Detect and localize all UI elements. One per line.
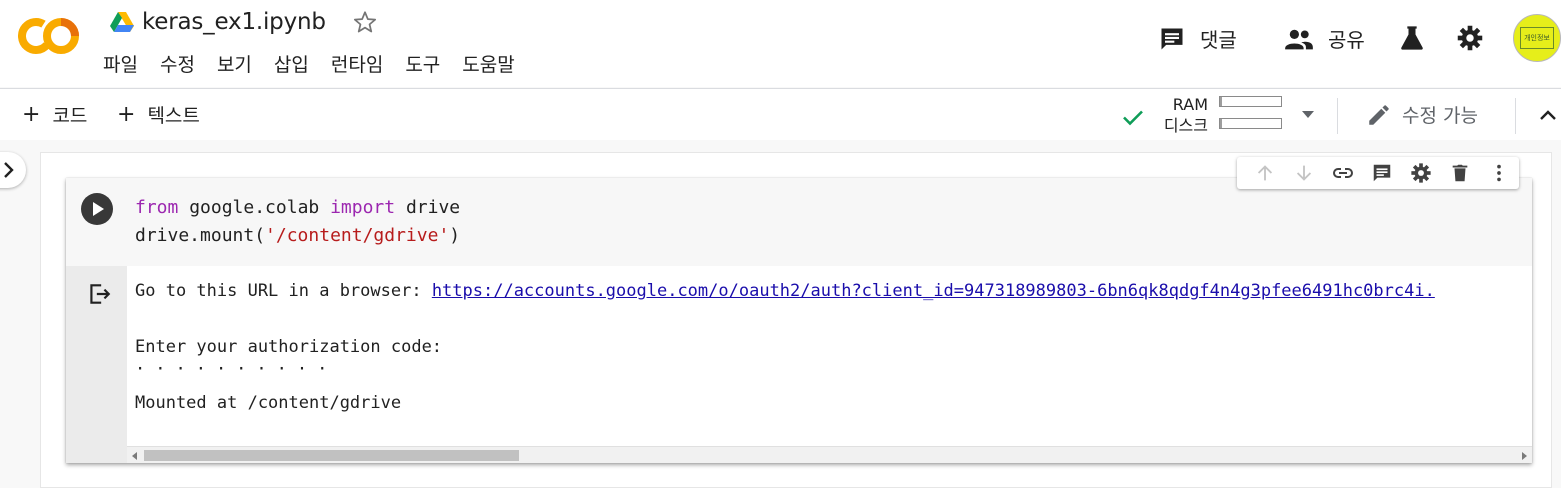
arrow-up-icon <box>1257 165 1272 181</box>
arrow-down-icon <box>1296 165 1311 181</box>
output-line: Go to this URL in a browser: https://acc… <box>135 277 1435 305</box>
comment-icon <box>1161 28 1183 49</box>
link-to-cell-button[interactable] <box>1323 157 1362 189</box>
more-options-button[interactable] <box>1480 157 1519 189</box>
ram-label: RAM <box>1172 95 1208 114</box>
divider <box>1337 98 1338 134</box>
output-text: Go to this URL in a browser: <box>135 281 432 301</box>
check-icon <box>1123 110 1143 126</box>
edit-mode-label: 수정 가능 <box>1402 105 1478 127</box>
add-code-button[interactable]: + 코드 <box>22 101 87 128</box>
cell-settings-button[interactable] <box>1402 157 1441 189</box>
disk-usage-bar <box>1219 118 1282 129</box>
menu-runtime[interactable]: 런타임 <box>331 50 383 77</box>
code-text[interactable]: from google.colab import drive drive.mou… <box>135 194 460 250</box>
chevron-up-icon[interactable] <box>1536 104 1560 128</box>
code-keyword: from <box>135 197 179 218</box>
share-button[interactable]: 공유 <box>1284 24 1365 53</box>
menu-view[interactable]: 보기 <box>217 50 252 77</box>
scroll-right-arrow[interactable] <box>1522 452 1527 460</box>
code-cell[interactable]: from google.colab import drive drive.mou… <box>66 178 1532 463</box>
output-line: Mounted at /content/gdrive <box>135 393 402 413</box>
ram-usage-bar <box>1219 96 1282 107</box>
comment-icon <box>1373 164 1391 182</box>
code-call-close: ) <box>449 225 461 246</box>
menu-help[interactable]: 도움말 <box>462 50 514 77</box>
plus-icon: + <box>117 101 136 127</box>
gear-icon <box>1457 25 1483 51</box>
lab-button[interactable] <box>1398 24 1426 52</box>
sidebar-toggle[interactable] <box>0 152 26 188</box>
code-name: drive <box>395 197 461 218</box>
add-code-label: 코드 <box>52 105 88 127</box>
auth-url-link[interactable]: https://accounts.google.com/o/oauth2/aut… <box>432 281 1435 301</box>
chevron-right-icon <box>4 162 14 178</box>
comment-label: 댓글 <box>1200 28 1237 52</box>
disk-usage-fill <box>1220 119 1223 128</box>
star-outline-icon[interactable] <box>352 9 378 35</box>
edit-mode-button[interactable]: 수정 가능 <box>1366 101 1478 128</box>
code-keyword: import <box>330 197 396 218</box>
settings-button[interactable] <box>1456 24 1484 52</box>
flask-icon <box>1401 26 1423 50</box>
pencil-icon <box>1369 104 1389 125</box>
cell-toolbar <box>1237 157 1519 189</box>
disk-label: 디스크 <box>1163 116 1208 135</box>
scroll-left-arrow[interactable] <box>132 452 137 460</box>
code-editor[interactable]: from google.colab import drive drive.mou… <box>66 178 1532 266</box>
divider <box>1515 98 1516 134</box>
google-drive-icon[interactable] <box>110 12 134 32</box>
colab-logo[interactable] <box>18 16 80 56</box>
app-header: keras_ex1.ipynb 파일 수정 보기 삽입 런타임 도구 도움말 댓… <box>0 0 1561 87</box>
link-icon <box>1332 168 1353 178</box>
delete-cell-button[interactable] <box>1441 157 1480 189</box>
cell-output: Go to this URL in a browser: https://acc… <box>127 266 1532 446</box>
menu-bar: 파일 수정 보기 삽입 런타임 도구 도움말 <box>103 50 537 77</box>
gear-icon <box>1411 163 1431 183</box>
menu-insert[interactable]: 삽입 <box>274 50 309 77</box>
more-vert-icon <box>1497 164 1502 182</box>
code-call: drive.mount( <box>135 225 266 246</box>
resource-labels[interactable]: RAM 디스크 <box>1154 94 1208 136</box>
notebook-toolbar: + 코드 + 텍스트 RAM 디스크 수정 가능 <box>0 88 1561 140</box>
code-string: '/content/gdrive' <box>265 225 450 246</box>
add-text-label: 텍스트 <box>147 105 200 127</box>
account-avatar[interactable]: 개인정보 <box>1513 14 1561 62</box>
people-icon <box>1285 29 1313 49</box>
avatar-text: 개인정보 <box>1520 27 1554 49</box>
output-horizontal-scrollbar[interactable] <box>127 446 1532 463</box>
move-cell-up-button[interactable] <box>1245 157 1284 189</box>
output-exit-icon[interactable] <box>86 281 112 307</box>
add-comment-button[interactable] <box>1362 157 1401 189</box>
trash-icon <box>1452 164 1468 182</box>
scrollbar-thumb[interactable] <box>144 450 519 461</box>
auth-code-input[interactable]: ·········· <box>135 355 337 383</box>
share-label: 공유 <box>1328 28 1365 52</box>
run-cell-button[interactable] <box>81 193 113 225</box>
plus-icon: + <box>22 101 41 127</box>
menu-file[interactable]: 파일 <box>103 50 138 77</box>
chevron-down-icon[interactable] <box>1298 109 1318 121</box>
doc-title-row: keras_ex1.ipynb <box>110 5 378 39</box>
menu-edit[interactable]: 수정 <box>160 50 195 77</box>
output-gutter <box>66 266 127 463</box>
comment-button[interactable]: 댓글 <box>1158 24 1237 53</box>
add-text-button[interactable]: + 텍스트 <box>117 101 200 128</box>
notebook-title[interactable]: keras_ex1.ipynb <box>142 9 326 35</box>
move-cell-down-button[interactable] <box>1284 157 1323 189</box>
menu-tools[interactable]: 도구 <box>405 50 440 77</box>
ram-usage-fill <box>1220 97 1223 106</box>
code-module: google.colab <box>178 197 331 218</box>
